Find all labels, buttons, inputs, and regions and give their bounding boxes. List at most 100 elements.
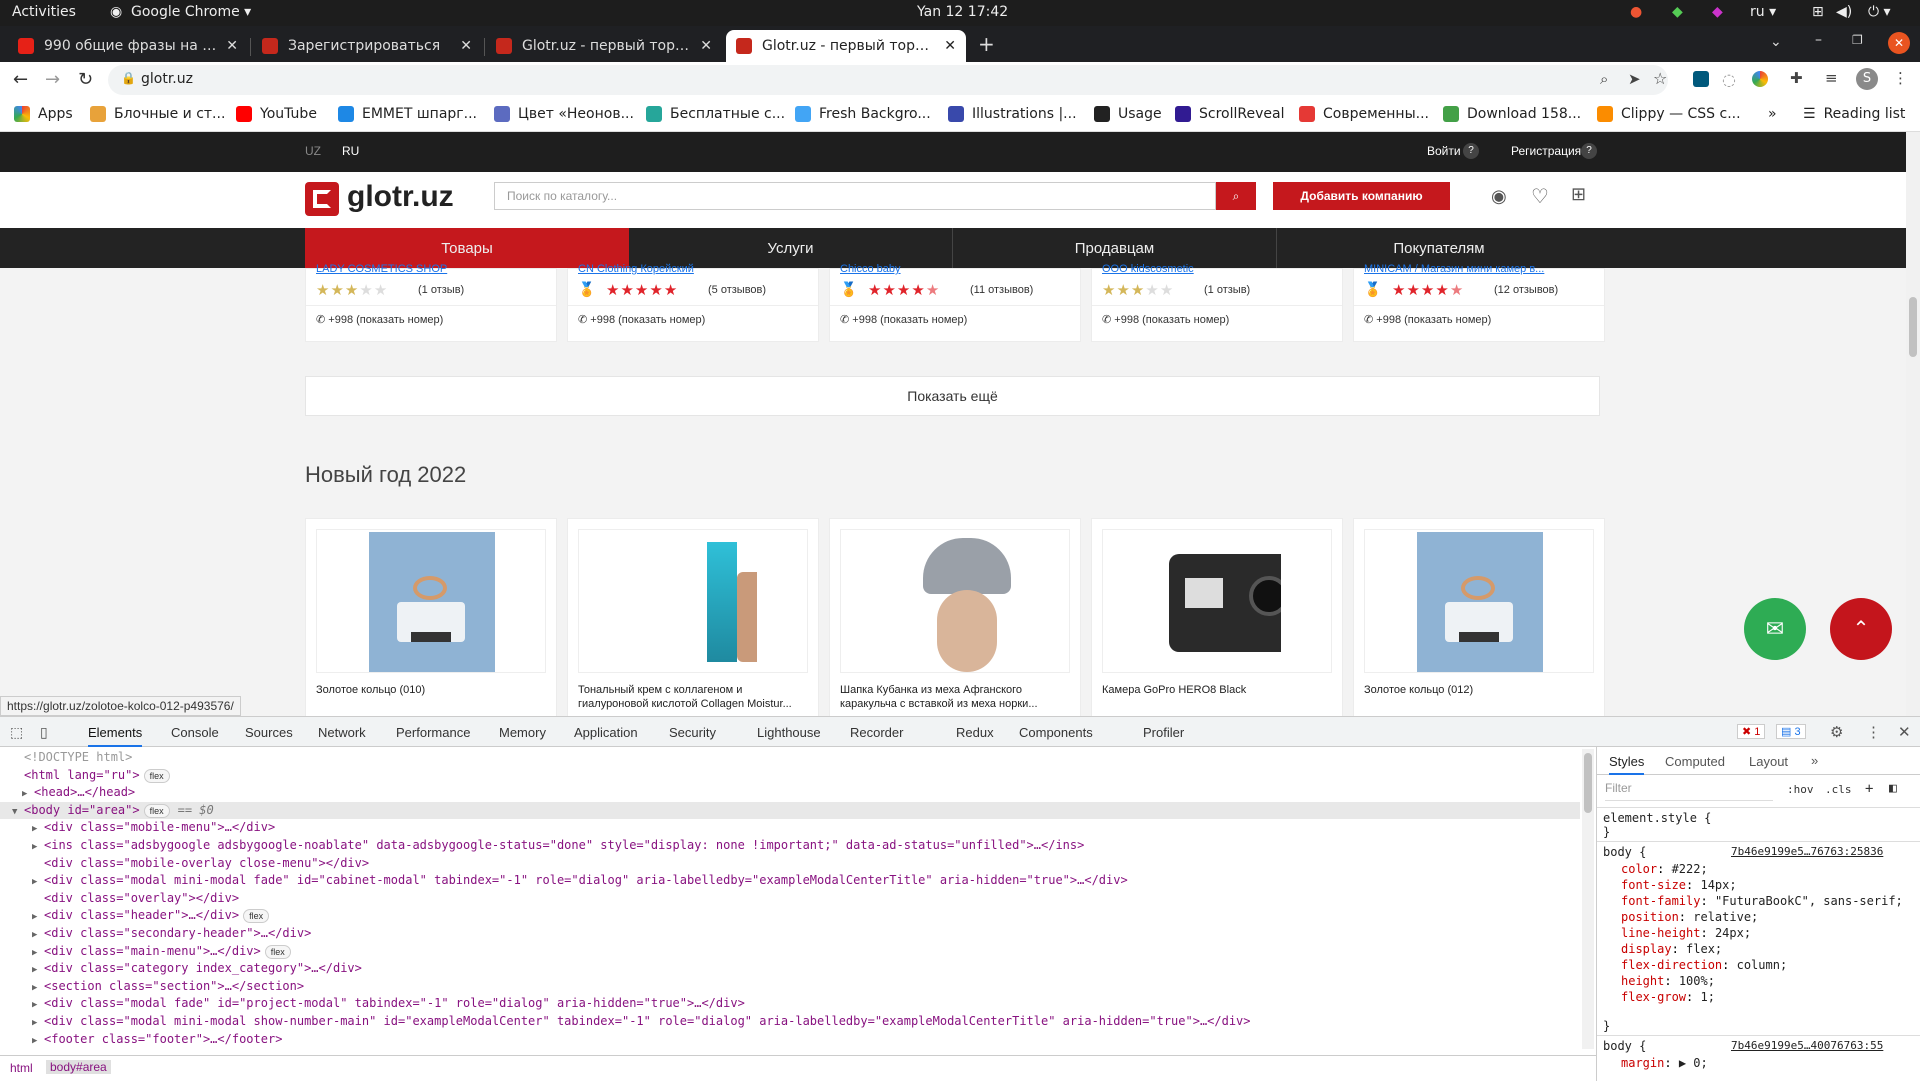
cls-toggle[interactable]: .cls bbox=[1825, 783, 1852, 796]
css-property-name[interactable]: position bbox=[1621, 910, 1679, 924]
devtools-tab-network[interactable]: Network bbox=[318, 725, 366, 740]
dom-node[interactable]: ▶ <section class="section">…</section> bbox=[0, 978, 1580, 995]
color-extension-icon[interactable] bbox=[1752, 71, 1768, 87]
bookmark-item[interactable]: YouTube bbox=[236, 106, 317, 122]
bookmark-item[interactable]: Бесплатные с... bbox=[646, 106, 785, 122]
product-image-frame[interactable] bbox=[840, 529, 1070, 673]
maximize-button[interactable]: ❐ bbox=[1852, 33, 1863, 47]
scrollbar-thumb[interactable] bbox=[1909, 297, 1917, 357]
new-tab-button[interactable]: + bbox=[978, 32, 995, 56]
close-icon[interactable]: ✕ bbox=[944, 38, 956, 54]
dom-node[interactable]: ▶ <footer class="footer">…</footer> bbox=[0, 1031, 1580, 1048]
menu-item-buyers[interactable]: Покупателям bbox=[1277, 228, 1601, 268]
more-menu-icon[interactable]: ⋮ bbox=[1866, 723, 1881, 741]
forward-button[interactable]: → bbox=[45, 69, 60, 90]
review-count[interactable]: (1 отзыв) bbox=[1204, 284, 1250, 296]
css-property-name[interactable]: flex-direction bbox=[1621, 958, 1722, 972]
dom-node[interactable]: ▶ <div class="modal mini-modal fade" id="… bbox=[0, 872, 1580, 889]
mail-fab-button[interactable]: ✉ bbox=[1744, 598, 1806, 660]
inspect-element-icon[interactable]: ⬚ bbox=[10, 724, 23, 741]
css-property-value[interactable]: 1; bbox=[1700, 990, 1714, 1004]
app-menu[interactable]: Google Chrome ▾ bbox=[131, 4, 251, 20]
collapsed-triangle-icon[interactable]: ▶ bbox=[32, 997, 44, 1014]
seller-name-link[interactable]: CN Clothing Корейский bbox=[578, 263, 808, 275]
cart-icon[interactable]: ⊞ bbox=[1571, 184, 1586, 205]
show-phone-link[interactable]: ✆ +998 (показать номер) bbox=[578, 313, 705, 326]
product-card[interactable]: Шапка Кубанка из меха Афганского каракул… bbox=[829, 518, 1081, 716]
tab-search-button[interactable]: ⌄ bbox=[1770, 34, 1782, 50]
css-property-value[interactable]: column; bbox=[1737, 958, 1788, 972]
menu-item-goods[interactable]: Товары bbox=[305, 228, 629, 268]
seller-name-link[interactable]: LADY COSMETICS SHOP bbox=[316, 263, 546, 275]
css-property-value[interactable]: "FuturaBookC", sans-serif; bbox=[1715, 894, 1903, 908]
lang-uz-link[interactable]: UZ bbox=[305, 144, 321, 158]
product-card[interactable]: Тональный крем с коллагеном и гиалуронов… bbox=[567, 518, 819, 716]
devtools-tab-performance[interactable]: Performance bbox=[396, 725, 470, 740]
css-property[interactable]: position: relative; bbox=[1621, 909, 1917, 925]
breadcrumb-html[interactable]: html bbox=[10, 1061, 33, 1075]
product-image-frame[interactable] bbox=[1102, 529, 1332, 673]
site-logo-text[interactable]: glotr.uz bbox=[347, 180, 454, 214]
css-property-value[interactable]: 24px; bbox=[1715, 926, 1751, 940]
puzzle-icon[interactable]: ✚ bbox=[1790, 69, 1803, 87]
search-button[interactable]: ⌕ bbox=[1216, 182, 1256, 210]
css-property[interactable]: flex-grow: 1; bbox=[1621, 989, 1917, 1005]
more-tabs-icon[interactable]: » bbox=[1811, 753, 1818, 768]
device-toolbar-icon[interactable]: ▯ bbox=[40, 724, 48, 741]
tab-1[interactable]: 990 общие фразы на англ ✕ bbox=[8, 30, 248, 62]
collapsed-triangle-icon[interactable]: ▶ bbox=[32, 980, 44, 997]
css-property-name[interactable]: font-size bbox=[1621, 878, 1686, 892]
body-rule-2-source-link[interactable]: 7b46e9199e5…40076763:55 bbox=[1731, 1039, 1883, 1052]
bookmarks-overflow-icon[interactable]: » bbox=[1768, 106, 1777, 122]
css-property-value[interactable]: ▶ 0; bbox=[1679, 1056, 1708, 1070]
login-help-icon[interactable]: ? bbox=[1463, 143, 1479, 159]
breadcrumb-body[interactable]: body#area bbox=[46, 1060, 111, 1074]
flex-badge[interactable]: flex bbox=[243, 909, 270, 924]
close-icon[interactable]: ✕ bbox=[460, 38, 472, 54]
devtools-tab-console[interactable]: Console bbox=[171, 725, 219, 740]
collapsed-triangle-icon[interactable]: ▶ bbox=[32, 1015, 44, 1032]
css-property-name[interactable]: line-height bbox=[1621, 926, 1700, 940]
login-link[interactable]: Войти bbox=[1427, 144, 1461, 158]
show-phone-link[interactable]: ✆ +998 (показать номер) bbox=[316, 313, 443, 326]
more-menu-icon[interactable]: ⋮ bbox=[1893, 69, 1908, 87]
devtools-tab-redux[interactable]: Redux bbox=[956, 725, 994, 740]
glotr-logo-icon[interactable] bbox=[305, 182, 339, 216]
bookmark-star-icon[interactable]: ☆ bbox=[1653, 69, 1667, 88]
add-company-button[interactable]: Добавить компанию bbox=[1273, 182, 1450, 210]
dom-node[interactable]: ▶ <div class="category index_category">…<… bbox=[0, 960, 1580, 977]
tray-icon-1[interactable]: ● bbox=[1630, 4, 1642, 20]
lang-ru-link[interactable]: RU bbox=[342, 144, 359, 158]
product-title[interactable]: Шапка Кубанка из меха Афганского каракул… bbox=[840, 683, 1070, 711]
dom-scrollbar[interactable] bbox=[1582, 749, 1594, 1049]
bookmark-item[interactable]: Fresh Backgro... bbox=[795, 106, 931, 122]
css-property-value[interactable]: relative; bbox=[1693, 910, 1758, 924]
devtools-tab-application[interactable]: Application bbox=[574, 725, 638, 740]
message-count-badge[interactable]: ▤ 3 bbox=[1776, 724, 1806, 739]
css-property-name[interactable]: margin bbox=[1621, 1056, 1664, 1070]
reading-mode-icon[interactable]: ≡ bbox=[1825, 69, 1838, 87]
tab-styles[interactable]: Styles bbox=[1609, 754, 1645, 775]
collapsed-triangle-icon[interactable]: ▶ bbox=[22, 786, 34, 803]
review-count[interactable]: (5 отзывов) bbox=[708, 284, 766, 296]
dom-node[interactable]: <div class="overlay"></div> bbox=[0, 890, 1580, 907]
css-property-name[interactable]: height bbox=[1621, 974, 1664, 988]
clock[interactable]: Yan 12 17:42 bbox=[917, 4, 1008, 20]
seller-name-link[interactable]: MINICAM / Магазин мини камер в... bbox=[1364, 263, 1594, 275]
profile-avatar[interactable]: S bbox=[1856, 68, 1878, 90]
back-button[interactable]: ← bbox=[13, 69, 28, 90]
page-scrollbar[interactable] bbox=[1906, 132, 1920, 716]
scrollbar-thumb[interactable] bbox=[1584, 753, 1592, 813]
bookmark-item[interactable]: Современны... bbox=[1299, 106, 1429, 122]
dom-node[interactable]: ▶ <div class="mobile-menu">…</div> bbox=[0, 819, 1580, 836]
language-indicator[interactable]: ru ▾ bbox=[1750, 4, 1776, 20]
css-property[interactable]: font-family: "FuturaBookC", sans-serif; bbox=[1621, 893, 1917, 909]
new-rule-icon[interactable]: + bbox=[1865, 781, 1873, 797]
dom-node[interactable]: ▶ <div class="header">…</div> flex bbox=[0, 907, 1580, 924]
css-property[interactable]: display: flex; bbox=[1621, 941, 1917, 957]
bookmark-item[interactable]: Illustrations |... bbox=[948, 106, 1077, 122]
show-more-button[interactable]: Показать ещё bbox=[305, 376, 1600, 416]
devtools-tab-components[interactable]: Components bbox=[1019, 725, 1093, 740]
collapsed-triangle-icon[interactable]: ▶ bbox=[32, 962, 44, 979]
bookmark-item[interactable]: ScrollReveal bbox=[1175, 106, 1284, 122]
